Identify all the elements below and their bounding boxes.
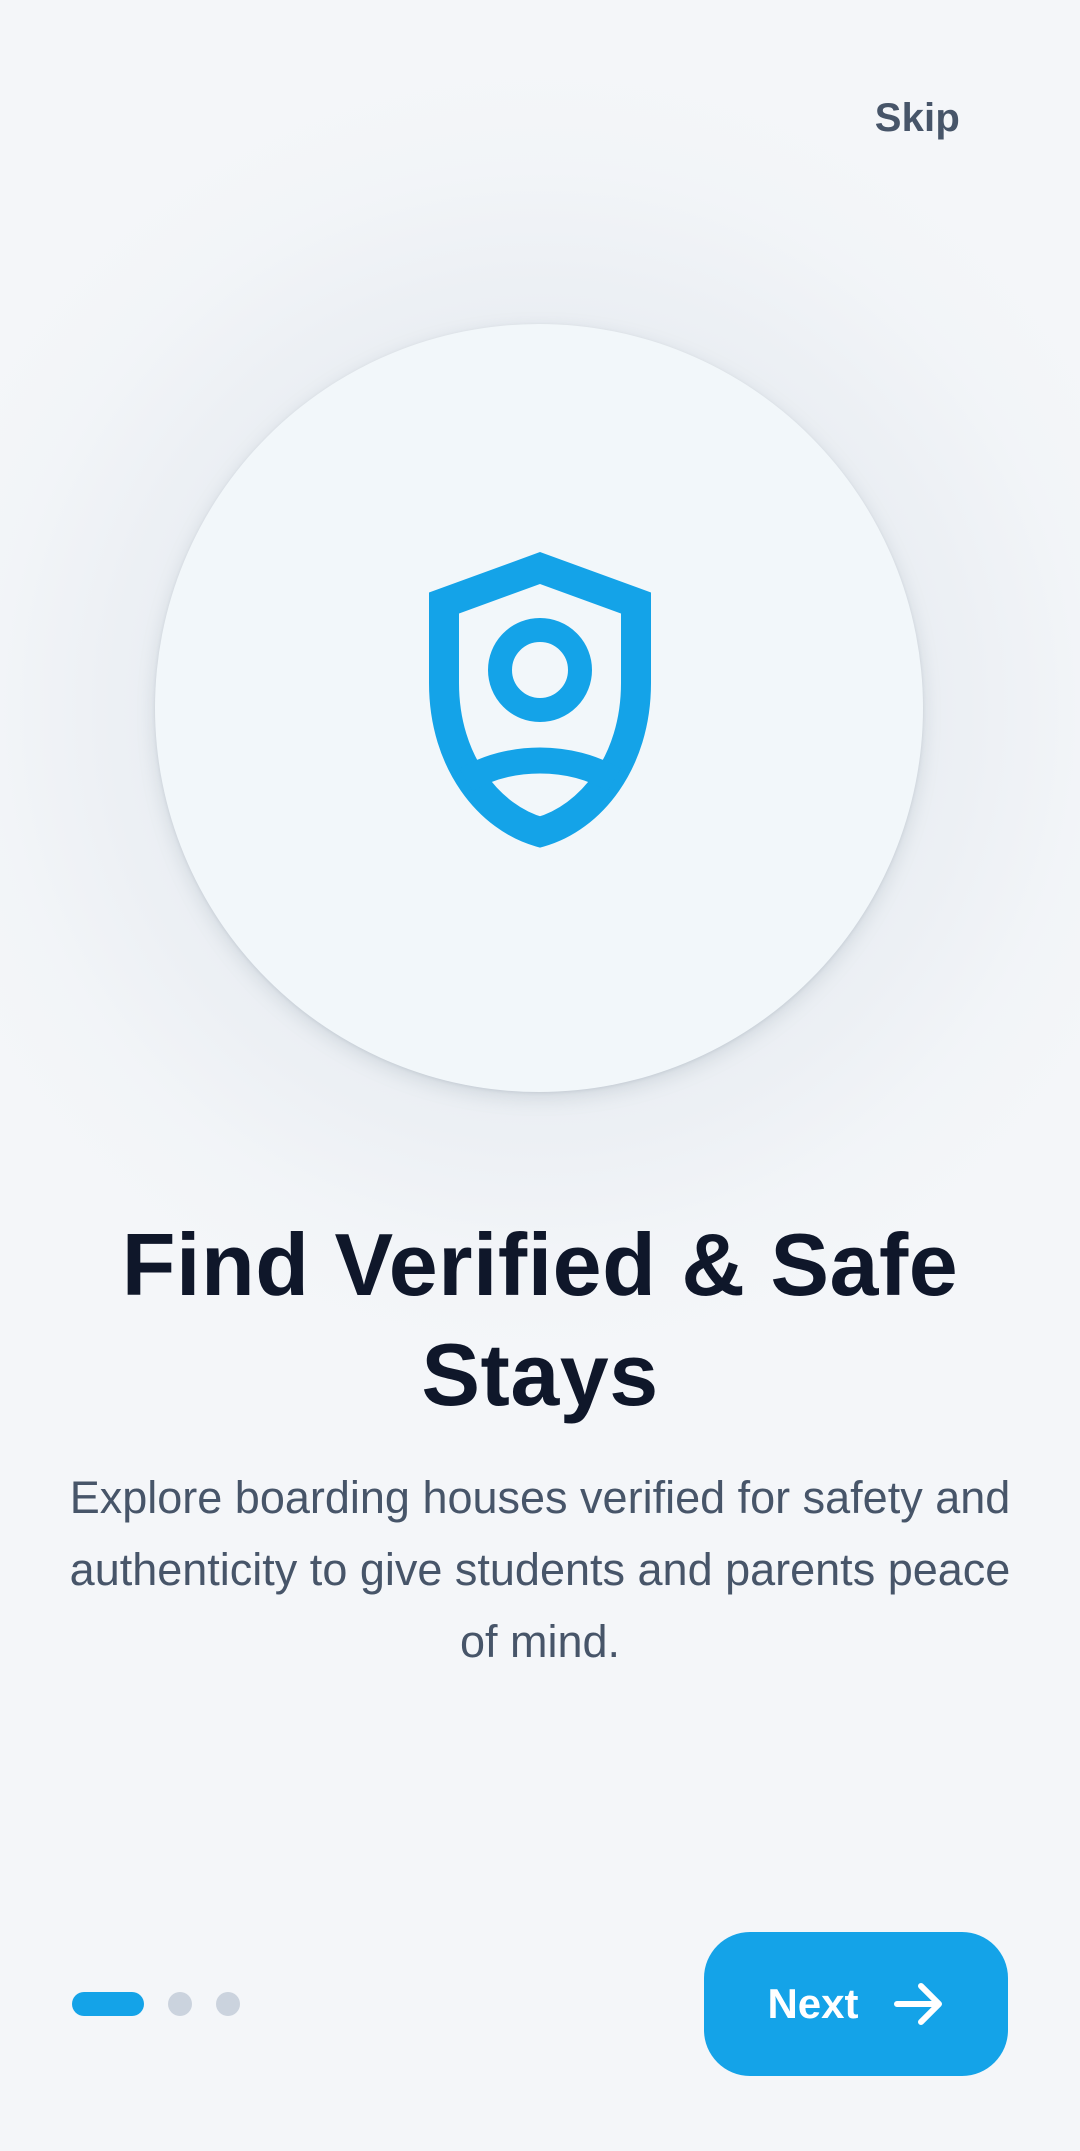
shield-user-icon [429, 552, 651, 848]
next-button-label: Next [767, 1980, 859, 2027]
page-dot-active[interactable] [72, 1992, 144, 2016]
onboarding-screen: Skip Find Verified & Safe Stays Explore … [0, 0, 1080, 2151]
arrow-right-icon [893, 1983, 942, 2025]
page-dot[interactable] [216, 1992, 240, 2016]
onboarding-title: Find Verified & Safe Stays [121, 1215, 959, 1424]
page-dot[interactable] [168, 1992, 192, 2016]
onboarding-description: Explore boarding houses verified for saf… [69, 1472, 1011, 1667]
next-button[interactable]: Next [704, 1932, 1008, 2076]
skip-button[interactable]: Skip [875, 96, 960, 141]
